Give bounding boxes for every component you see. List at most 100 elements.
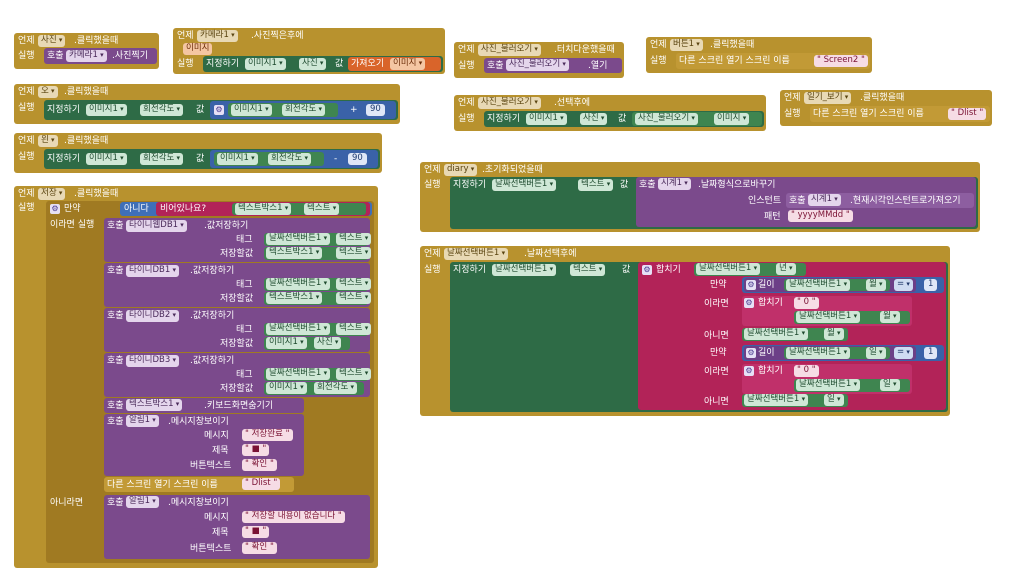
screen-name-string[interactable]: " Screen2 " [814,55,868,67]
getter-block[interactable]: 텍스트박스1 텍스트 [264,292,372,305]
property-dropdown[interactable]: 사진 [299,58,327,70]
hide-keyboard-call[interactable]: 호출 텍스트박스1 .키보드화면숨기기 [104,398,304,413]
component-dropdown[interactable]: 날짜선택버튼1 [796,379,861,391]
component-dropdown[interactable]: 날짜선택버튼1 [796,311,861,323]
component-dropdown[interactable]: 날짜선택버튼1 [786,347,851,359]
component-dropdown[interactable]: 일기_보기 [804,92,852,104]
db-store-call[interactable]: 호출 타이니DB3 .값저장하기 태그 날짜선택버튼1 텍스트 저장할값 이미지… [104,353,372,397]
property-dropdown[interactable]: 텍스트 [336,233,372,245]
param-image[interactable]: 이미지 [183,43,213,55]
join-block[interactable]: ⚙ 합치기 " 0 " 날짜선택버튼1 일 [742,364,912,394]
not-block[interactable]: 아니다 비어있나요? 텍스트박스1 텍스트 [120,202,372,216]
variable-dropdown[interactable]: 이미지 [390,58,426,70]
gear-icon[interactable]: ⚙ [746,280,756,290]
component-dropdown[interactable]: 카메라1 [197,30,238,42]
getter-block[interactable]: 날짜선택버튼1 월 [794,311,910,324]
component-dropdown[interactable]: 날짜선택버튼1 [492,264,557,276]
clock-now-call[interactable]: 호출 시계1 .현재시각인스턴트로가져오기 [786,193,974,208]
component-dropdown[interactable]: 왼 [38,135,58,147]
length-block[interactable]: ⚙ 길이 날짜선택버튼1 월 = [744,278,916,292]
component-dropdown[interactable]: 타이니웹DB1 [126,220,187,232]
setter-block[interactable]: 지정하기 이미지1 회전각도 값 ⚙ 이미지1 회전각도 + 90 [44,100,398,120]
operator-dropdown[interactable]: = [894,279,913,291]
getter-block[interactable]: 이미지1 회전각도 [214,152,324,166]
getter-block[interactable]: 텍스트박스1 텍스트 [264,247,372,260]
getter-block[interactable]: 이미지1 사진 [264,337,350,350]
property-dropdown[interactable]: 회전각도 [268,153,312,165]
property-dropdown[interactable]: 일 [880,379,900,391]
event-date-after[interactable]: 언제 날짜선택버튼1 .날짜선택후에 실행 지정하기 날짜선택버튼1 텍스트 값… [420,246,950,416]
component-dropdown[interactable]: 사진_불러오기 [478,44,541,56]
if-block[interactable]: ⚙ 만약 아니다 비어있나요? 텍스트박스1 텍스트 이라면 실행 호출 타이니… [46,201,374,563]
call-block[interactable]: 호출 카메라1 .사진찍기 [44,48,157,64]
event-right-click[interactable]: 언제 오 .클릭했을때 실행 지정하기 이미지1 회전각도 값 ⚙ 이미지1 회… [14,84,400,124]
component-dropdown[interactable]: 알림1 [126,415,159,427]
number-literal[interactable]: 90 [366,104,385,116]
db-store-call[interactable]: 호출 타이니DB2 .값저장하기 태그 날짜선택버튼1 텍스트 저장할값 이미지… [104,308,372,352]
event-diary-init[interactable]: 언제 diary .초기화되었을때 실행 지정하기 날짜선택버튼1 텍스트 값 … [420,162,980,232]
property-dropdown[interactable]: 월 [866,279,886,291]
compare-block[interactable]: ⚙ 길이 날짜선택버튼1 월 = 1 [742,277,944,293]
gear-icon[interactable]: ⚙ [744,366,754,376]
message-string[interactable]: " 저장할 내용이 없습니다 " [242,511,345,523]
math-subtract-block[interactable]: 이미지1 회전각도 - 90 [210,150,378,168]
component-dropdown[interactable]: 이미지1 [217,153,258,165]
setter-block[interactable]: 지정하기 날짜선택버튼1 텍스트 값 호출 시계1 .날짜형식으로바꾸기 인스턴… [450,177,978,229]
component-dropdown[interactable]: 이미지1 [266,337,307,349]
setter-block[interactable]: 지정하기 이미지1 사진 값 가져오기 이미지 [203,56,443,72]
property-dropdown[interactable]: 회전각도 [140,153,184,165]
join-block[interactable]: ⚙ 합치기 " 0 " 날짜선택버튼1 월 [742,296,912,326]
gear-icon[interactable]: ⚙ [746,348,756,358]
component-dropdown[interactable]: 시계1 [658,178,691,190]
component-dropdown[interactable]: 오 [38,86,58,98]
button-text-string[interactable]: " 확인 " [242,459,277,471]
property-dropdown[interactable]: 텍스트 [336,323,372,335]
component-dropdown[interactable]: 이미지1 [86,104,127,116]
getter-block[interactable]: 날짜선택버튼1 년 [694,263,806,276]
zero-string[interactable]: " 0 " [794,365,819,377]
component-dropdown[interactable]: 시계1 [808,194,841,206]
button-text-string[interactable]: " 확인 " [242,542,277,554]
get-variable[interactable]: 가져오기 이미지 [348,57,441,71]
component-dropdown[interactable]: 날짜선택버튼1 [492,179,557,191]
component-dropdown[interactable]: 텍스트박스1 [266,247,323,259]
gear-icon[interactable]: ⚙ [744,298,754,308]
number-literal[interactable]: 1 [924,347,938,359]
component-dropdown[interactable]: 날짜선택버튼1 [266,368,331,380]
getter-block[interactable]: 날짜선택버튼1 일 [784,347,890,359]
property-dropdown[interactable]: 텍스트 [570,264,606,276]
title-string[interactable]: " ■ " [242,526,270,538]
number-literal[interactable]: 90 [348,153,367,165]
component-dropdown[interactable]: 사진_불러오기 [635,113,698,125]
alert-call[interactable]: 호출 알림1 .메시지창보이기 메시지 " 저장할 내용이 없습니다 " 제목 … [104,495,370,559]
compare-block[interactable]: ⚙ 길이 날짜선택버튼1 일 = 1 [742,345,944,361]
component-dropdown[interactable]: 날짜선택버튼1 [266,233,331,245]
property-dropdown[interactable]: 텍스트 [336,247,372,259]
component-dropdown[interactable]: 사진 [38,35,66,47]
join-block[interactable]: ⚙ 합치기 날짜선택버튼1 년 만약 ⚙ 길이 날짜선택버튼1 월 = 1 [638,262,946,410]
setter-block[interactable]: 지정하기 날짜선택버튼1 텍스트 값 ⚙ 합치기 날짜선택버튼1 년 만약 ⚙ … [450,262,948,412]
getter-block[interactable]: 날짜선택버튼1 텍스트 [264,233,372,246]
property-dropdown[interactable]: 월 [824,328,844,340]
message-string[interactable]: " 저장완료 " [242,429,293,441]
component-dropdown[interactable]: 이미지1 [245,58,286,70]
property-dropdown[interactable]: 이미지 [714,113,750,125]
getter-block[interactable]: 이미지1 회전각도 [228,103,338,117]
event-after-picture[interactable]: 언제 카메라1 .사진찍은후에 이미지 실행 지정하기 이미지1 사진 값 가져… [173,28,445,74]
component-dropdown[interactable]: diary [444,164,478,176]
component-dropdown[interactable]: 날짜선택버튼1 [444,248,509,260]
operator-dropdown[interactable]: = [894,347,913,359]
getter-block[interactable]: 사진_불러오기 이미지 [632,112,762,126]
component-dropdown[interactable]: 알림1 [126,496,159,508]
component-dropdown[interactable]: 타이니DB2 [126,310,179,322]
event-gallery-touch[interactable]: 언제 사진_불러오기 .터치다운했을때 실행 호출 사진_불러오기 .열기 [454,42,624,78]
gear-icon[interactable]: ⚙ [214,105,224,115]
component-dropdown[interactable]: 텍스트박스1 [126,399,183,411]
component-dropdown[interactable]: 사진_불러오기 [506,59,569,71]
setter-block[interactable]: 지정하기 이미지1 사진 값 사진_불러오기 이미지 [484,111,764,127]
component-dropdown[interactable]: 날짜선택버튼1 [786,279,851,291]
getter-block[interactable]: 날짜선택버튼1 일 [742,394,848,407]
property-dropdown[interactable]: 텍스트 [304,203,340,215]
is-empty-block[interactable]: 비어있나요? 텍스트박스1 텍스트 [156,202,370,216]
property-dropdown[interactable]: 텍스트 [336,368,372,380]
